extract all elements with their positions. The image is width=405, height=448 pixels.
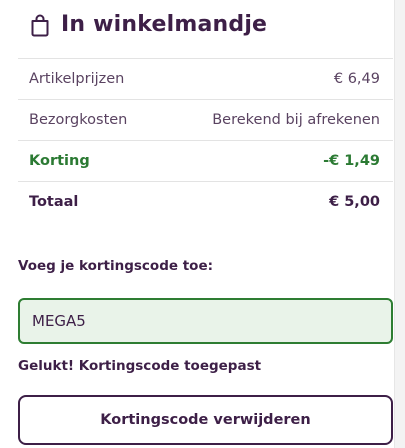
summary-row-delivery: Bezorgkosten Berekend bij afrekenen (18, 99, 393, 140)
delivery-value: Berekend bij afrekenen (212, 112, 380, 128)
total-label: Totaal (29, 194, 79, 210)
coupon-code-input[interactable] (18, 298, 393, 344)
remove-coupon-button[interactable]: Kortingscode verwijderen (18, 395, 393, 445)
order-summary: Artikelprijzen € 6,49 Bezorgkosten Berek… (18, 58, 393, 222)
coupon-success-message: Gelukt! Kortingscode toegepast (18, 358, 262, 374)
summary-row-total: Totaal € 5,00 (18, 181, 393, 222)
item-prices-value: € 6,49 (333, 71, 380, 87)
summary-row-item-prices: Artikelprijzen € 6,49 (18, 58, 393, 99)
side-panel-edge (394, 0, 405, 448)
discount-value: -€ 1,49 (323, 153, 380, 169)
coupon-label: Voeg je kortingscode toe: (18, 258, 214, 274)
total-value: € 5,00 (329, 194, 380, 210)
discount-label: Korting (29, 153, 90, 169)
cart-header: In winkelmandje (30, 12, 267, 37)
delivery-label: Bezorgkosten (29, 112, 128, 128)
page-title: In winkelmandje (61, 12, 268, 37)
shopping-bag-icon (31, 14, 49, 36)
item-prices-label: Artikelprijzen (29, 71, 125, 87)
summary-row-discount: Korting -€ 1,49 (18, 140, 393, 181)
